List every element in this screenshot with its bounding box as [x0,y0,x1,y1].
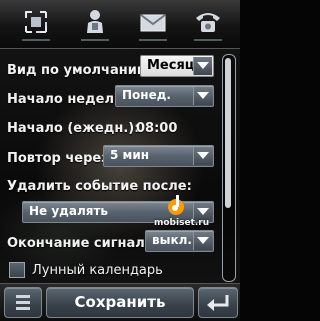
delete-event-value: Не удалять [29,204,109,218]
week-start-value: Понед. [122,88,171,102]
save-button-label: Сохранить [74,293,166,311]
daily-start-label: Начало (ежедн.): [7,121,140,136]
tab-underline [139,39,167,41]
signal-end-dropdown[interactable]: выкл. [145,230,214,252]
chevron-down-icon[interactable] [193,57,212,75]
tab-underline [194,39,222,41]
bottom-bar: Сохранить [0,283,240,321]
message-icon [140,14,166,32]
back-arrow-icon [207,295,229,311]
daily-start-value[interactable]: 08:00 [136,121,177,136]
chevron-down-icon[interactable] [193,147,212,165]
menu-button[interactable] [4,287,42,318]
tab-underline [81,39,109,41]
watermark-text: mobiset.ru [154,218,210,228]
chevron-down-icon[interactable] [193,232,212,250]
save-button[interactable]: Сохранить [46,287,194,318]
tab-underline [22,39,50,41]
lunar-calendar-checkbox[interactable] [9,262,25,278]
repeat-after-value: 5 мин [110,148,150,162]
menu-icon [16,295,30,310]
lunar-calendar-label: Лунный календарь [32,263,163,278]
signal-end-label: Окончание сигнала: [7,236,159,251]
tab-bar [0,0,240,49]
week-start-label: Начало недели: [7,92,129,107]
signal-end-value: выкл. [152,233,192,247]
scrollbar[interactable] [222,54,236,282]
back-button[interactable] [198,287,238,318]
default-view-value: Месяц [147,58,195,73]
tab-contacts[interactable] [73,4,117,44]
mobiset-logo-icon [168,195,184,215]
view-frame-icon [25,11,47,33]
chevron-down-icon[interactable] [193,87,212,105]
repeat-after-dropdown[interactable]: 5 мин [103,145,214,167]
contacts-icon [87,10,103,33]
default-view-dropdown[interactable]: Месяц [140,55,214,77]
delete-event-label: Удалить событие после: [7,179,192,194]
phone-icon [196,13,220,32]
scrollbar-thumb[interactable] [225,58,231,208]
tab-view[interactable] [14,4,58,44]
tab-messages[interactable] [131,4,175,44]
repeat-after-label: Повтор через: [7,151,114,166]
week-start-dropdown[interactable]: Понед. [115,85,214,107]
tab-phone[interactable] [186,4,230,44]
default-view-label: Вид по умолчанию: [7,63,155,78]
